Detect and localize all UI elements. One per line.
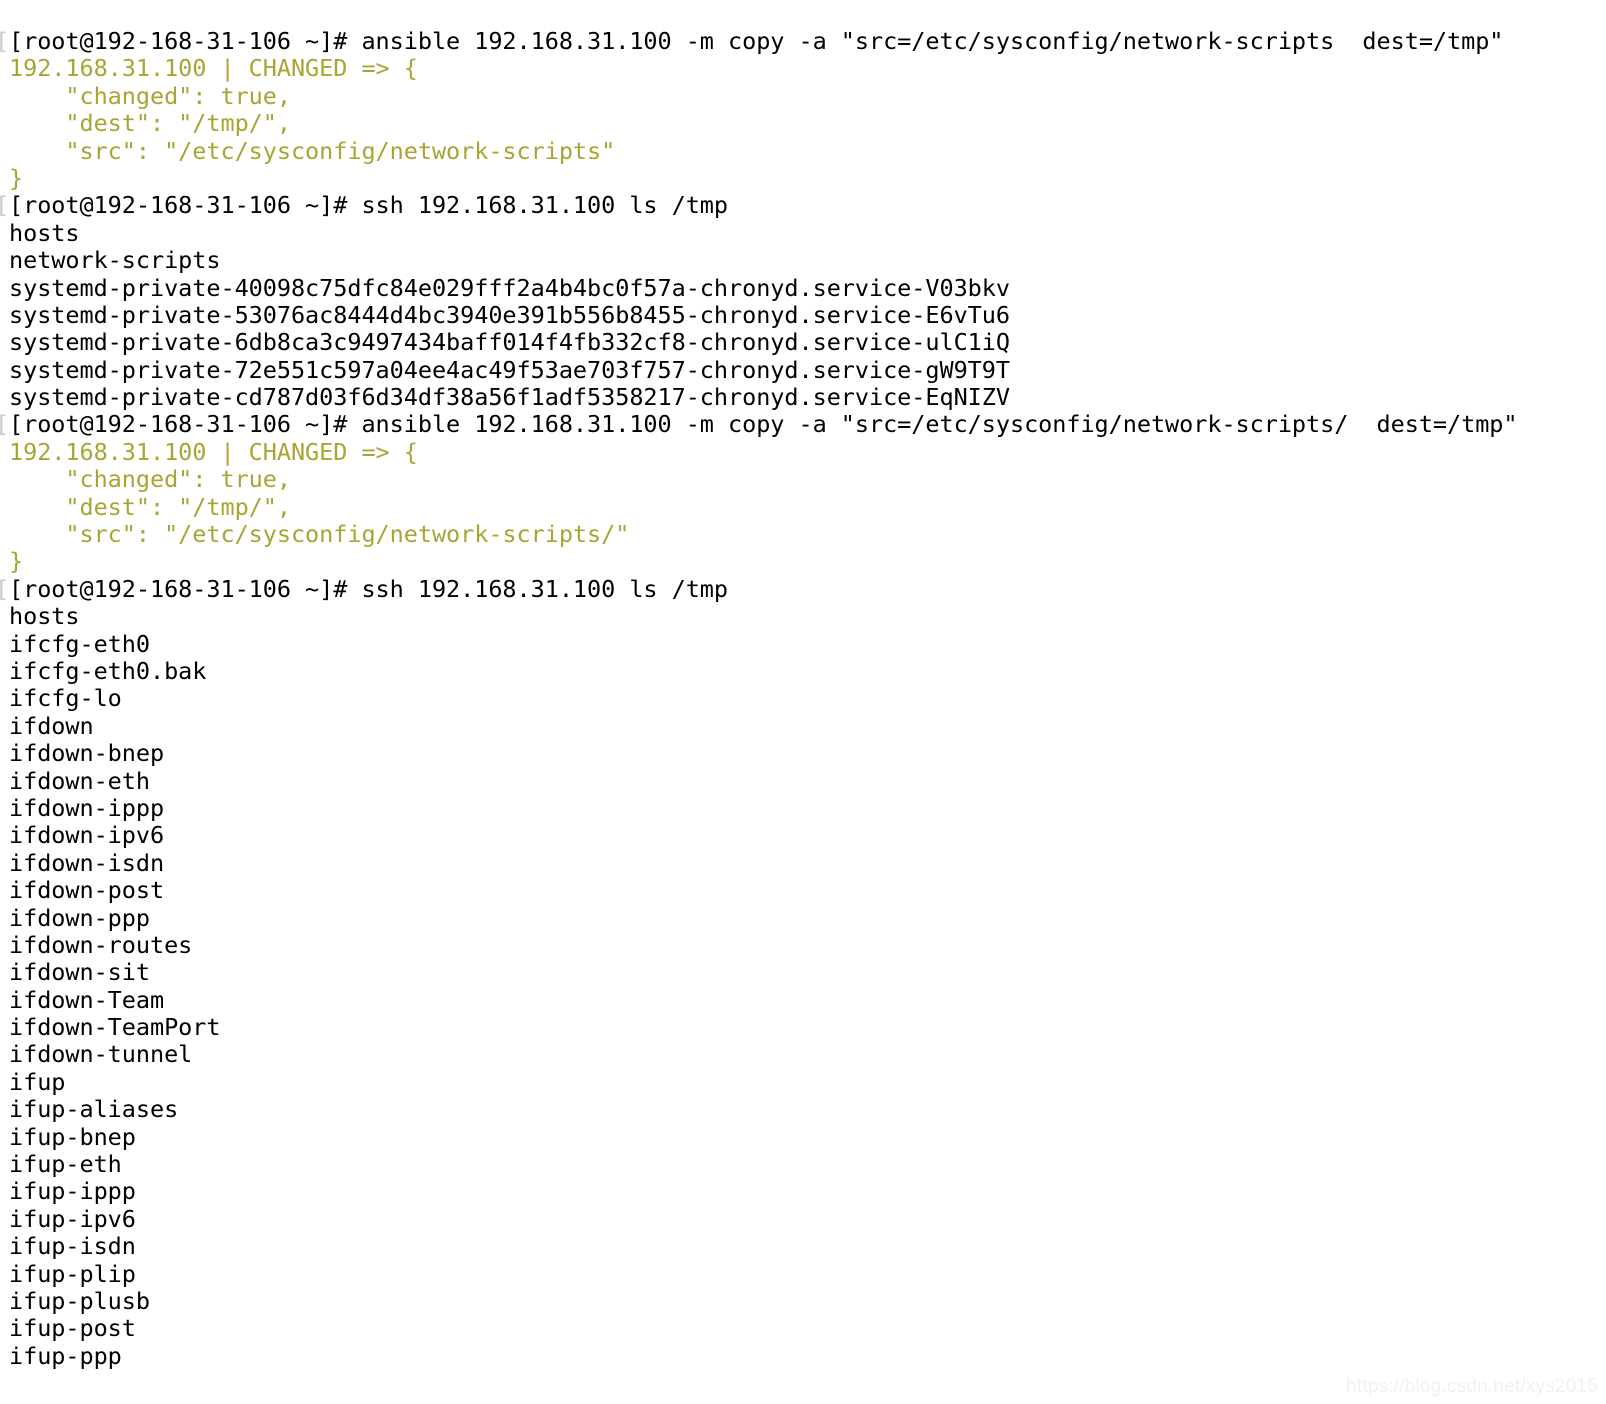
terminal-line-out: ifdown-isdn [9,848,165,877]
terminal-line-out: ifup-bnep [9,1122,136,1151]
terminal-line-json: "changed": true, [9,81,291,110]
watermark: https://blog.csdn.net/xys2015 [1346,1376,1598,1397]
terminal-line-out: ifup-ippp [9,1177,136,1206]
terminal-line-json: "changed": true, [9,465,291,494]
terminal-line-out: hosts [9,602,80,631]
terminal-line-out: ifdown-routes [9,930,193,959]
terminal-line-out: ifup-plusb [9,1286,150,1315]
terminal-line-out: ifup-aliases [9,1095,179,1124]
terminal-line-out: ifdown-sit [9,958,150,987]
terminal-line-out: ifup-eth [9,1150,122,1179]
terminal-line-out: systemd-private-cd787d03f6d34df38a56f1ad… [9,383,1010,412]
terminal-line-out: systemd-private-6db8ca3c9497434baff014f4… [9,328,1010,357]
terminal-line-out: ifdown-ppp [9,903,150,932]
terminal-line-out: ifup-post [9,1314,136,1343]
terminal-line-out: ifdown-Team [9,985,165,1014]
terminal-line-out: systemd-private-72e551c597a04ee4ac49f53a… [9,355,1010,384]
terminal-line-out: ifup [9,1067,66,1096]
terminal-line-out: ifdown-TeamPort [9,1013,221,1042]
terminal-line-out: ifcfg-lo [9,684,122,713]
terminal-line-json: } [9,547,24,576]
terminal-line-out: systemd-private-40098c75dfc84e029fff2a4b… [9,273,1010,302]
terminal-line-out: ifdown-ippp [9,793,165,822]
terminal-line-out: ifcfg-eth0 [9,629,150,658]
terminal-line-json: 192.168.31.100 | CHANGED => { [9,437,418,466]
terminal-window[interactable]: [root@192-168-31-106 ~]# ansible 192.168… [0,0,1606,1404]
terminal-line-out: ifdown-ipv6 [9,821,165,850]
terminal-line-out: ifup-ipv6 [9,1204,136,1233]
terminal-line-out: ifdown-post [9,876,165,905]
terminal-line-out: ifdown-eth [9,766,150,795]
terminal-line-out: ifup-isdn [9,1232,136,1261]
terminal-line-prompt: [root@192-168-31-106 ~]# ansible 192.168… [0,27,1606,56]
terminal-line-json: "dest": "/tmp/", [9,492,291,521]
terminal-line-json: "src": "/etc/sysconfig/network-scripts" [9,136,616,165]
terminal-line-json: 192.168.31.100 | CHANGED => { [9,54,418,83]
terminal-line-json: } [9,163,24,192]
terminal-line-out: ifup-ppp [9,1341,122,1370]
terminal-line-prompt: [root@192-168-31-106 ~]# ssh 192.168.31.… [0,191,1606,220]
terminal-line-prompt: [root@192-168-31-106 ~]# ansible 192.168… [0,411,1606,440]
terminal-line-json: "src": "/etc/sysconfig/network-scripts/" [9,520,630,549]
terminal-line-prompt: [root@192-168-31-106 ~]# ssh 192.168.31.… [0,575,1606,604]
terminal-line-out: ifcfg-eth0.bak [9,656,207,685]
terminal-line-out: network-scripts [9,246,221,275]
terminal-line-out: systemd-private-53076ac8444d4bc3940e391b… [9,300,1010,329]
terminal-output[interactable]: [root@192-168-31-106 ~]# ansible 192.168… [0,27,1606,1370]
terminal-line-out: ifdown [9,711,94,740]
terminal-line-out: hosts [9,218,80,247]
terminal-line-out: ifup-plip [9,1259,136,1288]
terminal-line-json: "dest": "/tmp/", [9,109,291,138]
terminal-line-out: ifdown-bnep [9,739,165,768]
terminal-line-out: ifdown-tunnel [9,1040,193,1069]
